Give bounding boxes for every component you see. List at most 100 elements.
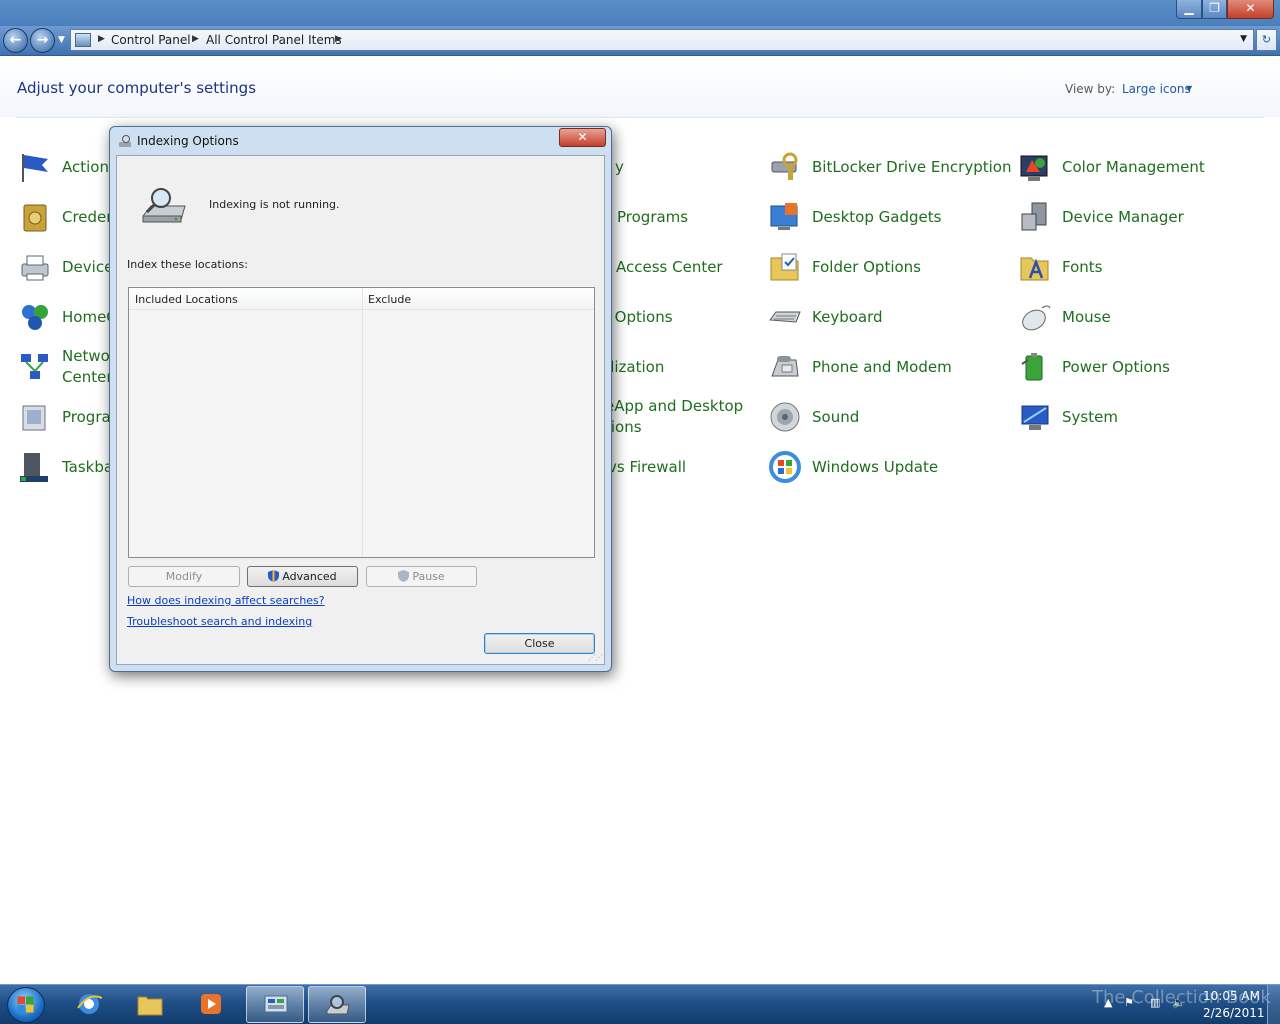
address-dropdown-icon[interactable]: ▼ — [1240, 34, 1247, 44]
page-title: Adjust your computer's settings — [17, 79, 257, 97]
cp-item-programs-features[interactable]: Progra — [18, 396, 111, 440]
cp-item-devices-printers[interactable]: Device — [18, 246, 113, 290]
cp-item-windows-update[interactable]: Windows Update — [768, 446, 1008, 490]
cp-item-label: Fonts — [1062, 258, 1103, 276]
minimize-icon: ▁ — [1184, 1, 1194, 15]
cp-item-bitlocker[interactable]: BitLocker Drive Encryption — [768, 146, 1012, 190]
recent-pages-dropdown[interactable]: ▼ — [58, 35, 65, 45]
view-by-dropdown[interactable]: Large icons — [1122, 82, 1191, 96]
cp-item-label: Device — [62, 258, 114, 276]
breadcrumb-arrow-icon[interactable]: ▶ — [192, 34, 199, 44]
chevron-down-icon[interactable]: ▼ — [1186, 84, 1192, 93]
cp-item-action-center[interactable]: Action — [18, 146, 109, 190]
programs-icon — [22, 405, 46, 431]
help-indexing-link[interactable]: How does indexing affect searches? — [127, 594, 325, 607]
clock-date[interactable]: 2/26/2011 — [1203, 1006, 1265, 1020]
locations-table[interactable]: Included Locations Exclude — [128, 287, 595, 558]
taskbar-media-player[interactable] — [182, 986, 240, 1023]
clock-time[interactable]: 10:05 AM — [1203, 989, 1260, 1003]
cp-item-label: Progra — [62, 408, 111, 426]
phone-icon — [771, 356, 799, 377]
restore-button[interactable]: ❐ — [1202, 0, 1227, 19]
refresh-button[interactable]: ↻ — [1256, 29, 1277, 51]
cp-item-label: Access Center — [616, 258, 723, 276]
column-header-included[interactable]: Included Locations — [135, 293, 238, 306]
navigation-bar: ← → ▼ ▶ Control Panel ▶ All Control Pane… — [0, 26, 1280, 56]
internet-explorer-icon — [77, 994, 102, 1014]
homegroup-icon — [22, 305, 48, 330]
cp-item-network-sharing[interactable]: Netwo Center — [18, 346, 113, 390]
cp-item-label: Keyboard — [812, 308, 883, 326]
uac-shield-icon — [398, 570, 410, 582]
pause-button-label: Pause — [412, 570, 445, 583]
close-window-button[interactable]: ✕ — [1227, 0, 1274, 19]
device-manager-icon — [1021, 202, 1047, 231]
vault-icon — [23, 204, 47, 232]
indexing-options-dialog: Indexing Options ✕ Indexing is not runni… — [109, 126, 612, 672]
cp-item-label: vs Firewall — [608, 458, 687, 476]
cp-item-label: Phone and Modem — [812, 358, 952, 376]
folder-options-icon — [770, 253, 799, 281]
cp-item-taskbar[interactable]: Taskba — [18, 446, 113, 490]
troubleshoot-link[interactable]: Troubleshoot search and indexing — [127, 615, 312, 628]
action-center-flag-icon[interactable]: ⚑ — [1124, 996, 1134, 1009]
cp-item-label: Netwo Center — [62, 347, 113, 386]
pause-button[interactable]: Pause — [366, 566, 477, 587]
resize-grip-icon[interactable]: ⋰⋰ — [588, 653, 603, 662]
volume-icon[interactable]: 🔈 — [1172, 996, 1186, 1009]
refresh-icon: ↻ — [1261, 33, 1272, 46]
cp-item-mouse[interactable]: Mouse — [1018, 296, 1218, 340]
cp-item-desktop-gadgets[interactable]: Desktop Gadgets — [768, 196, 1008, 240]
back-arrow-icon: ← — [9, 32, 22, 48]
breadcrumb-arrow-icon[interactable]: ▶ — [335, 34, 342, 44]
content-header: Adjust your computer's settings View by:… — [0, 57, 1280, 117]
close-icon: ✕ — [1245, 1, 1256, 15]
start-button[interactable] — [7, 987, 45, 1023]
cp-item-label: Color Management — [1062, 158, 1205, 176]
cp-item-label: Creden — [62, 208, 116, 226]
cp-item-phone-modem[interactable]: Phone and Modem — [768, 346, 1008, 390]
cp-item-label: Windows Update — [812, 458, 939, 476]
taskbar-internet-explorer[interactable] — [60, 986, 118, 1023]
cp-item-system[interactable]: System — [1018, 396, 1218, 440]
cp-item-fonts[interactable]: Fonts — [1018, 246, 1218, 290]
column-header-exclude[interactable]: Exclude — [368, 293, 411, 306]
taskbar-control-panel[interactable] — [246, 986, 304, 1023]
cp-item-color-management[interactable]: Color Management — [1018, 146, 1218, 190]
cp-item-sound[interactable]: Sound — [768, 396, 1008, 440]
index-locations-label: Index these locations: — [127, 258, 248, 271]
taskbar-indexing-options[interactable] — [308, 986, 366, 1023]
advanced-button[interactable]: Advanced — [247, 566, 358, 587]
cp-item-keyboard[interactable]: Keyboard — [768, 296, 1008, 340]
cp-item-credential-manager[interactable]: Creden — [18, 196, 116, 240]
taskbar-icon — [20, 453, 48, 482]
network-tray-icon[interactable]: ▥ — [1150, 996, 1160, 1009]
indexing-icon — [326, 995, 350, 1015]
minimize-button[interactable]: ▁ — [1176, 0, 1202, 19]
cp-item-power-options[interactable]: Power Options — [1018, 346, 1218, 390]
cp-item-folder-options[interactable]: Folder Options — [768, 246, 1008, 290]
column-divider — [362, 288, 363, 557]
fonts-icon — [1020, 257, 1049, 281]
forward-button[interactable]: → — [30, 28, 55, 53]
show-hidden-icons-icon[interactable]: ▲ — [1104, 996, 1112, 1009]
cp-item-device-manager[interactable]: Device Manager — [1018, 196, 1218, 240]
breadcrumb-control-panel[interactable]: Control Panel — [111, 33, 191, 47]
breadcrumb-all-items[interactable]: All Control Panel Items — [206, 33, 342, 47]
keyboard-icon — [769, 311, 801, 323]
dialog-close-button[interactable]: ✕ — [559, 128, 606, 147]
modify-button[interactable]: Modify — [128, 566, 240, 587]
taskbar-explorer[interactable] — [121, 986, 179, 1023]
breadcrumb-arrow-icon[interactable]: ▶ — [98, 34, 105, 44]
cp-item-homegroup[interactable]: HomeG — [18, 296, 118, 340]
cp-item-label: System — [1062, 408, 1118, 426]
address-bar[interactable]: ▶ Control Panel ▶ All Control Panel Item… — [70, 29, 1254, 51]
show-desktop-button[interactable] — [1267, 985, 1280, 1024]
cp-item-label: Power Options — [1062, 358, 1170, 376]
cp-item-label: Folder Options — [812, 258, 921, 276]
view-by-label: View by: — [1065, 82, 1116, 96]
close-button[interactable]: Close — [484, 633, 595, 654]
back-button[interactable]: ← — [3, 28, 28, 53]
cp-item-label: BitLocker Drive Encryption — [812, 158, 1012, 176]
dialog-body: Indexing is not running. Index these loc… — [116, 155, 605, 665]
